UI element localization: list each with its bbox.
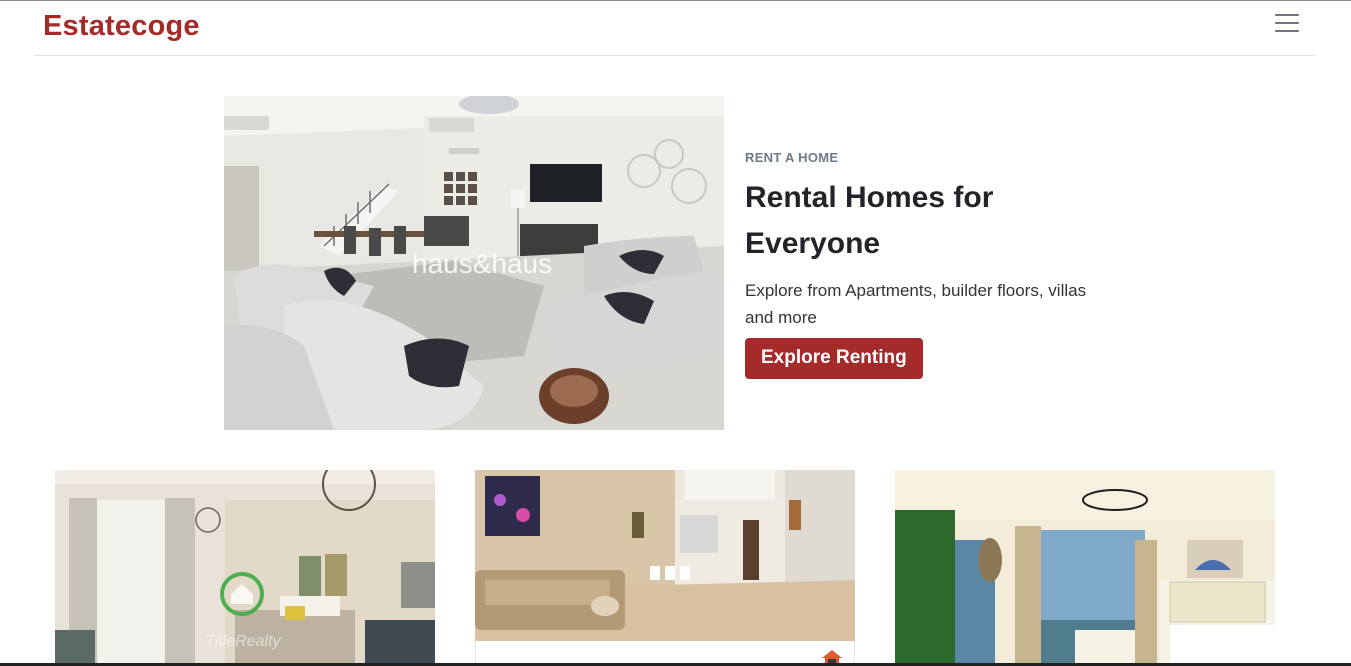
- listing-card-image[interactable]: TitleRealty: [55, 470, 435, 666]
- explore-renting-button[interactable]: Explore Renting: [745, 338, 923, 379]
- hamburger-menu-icon[interactable]: [1274, 12, 1300, 34]
- hero-image-watermark: haus&haus: [412, 248, 552, 279]
- hero-title-line1: Rental Homes for: [745, 181, 994, 214]
- listing-card-image[interactable]: [475, 470, 855, 641]
- hero-eyebrow: RENT A HOME: [745, 150, 839, 165]
- listing-image-watermark: TitleRealty: [205, 633, 281, 650]
- navbar: Estatecoge: [34, 1, 1315, 56]
- hero-title: Rental Homes for Everyone: [745, 175, 1125, 267]
- hero-title-line2: Everyone: [745, 227, 881, 260]
- hero-living-room-image: haus&haus: [224, 96, 724, 430]
- brand-logo[interactable]: Estatecoge: [43, 10, 200, 43]
- hero-text-block: RENT A HOME Rental Homes for Everyone Ex…: [745, 150, 1125, 379]
- hero-description: Explore from Apartments, builder floors,…: [745, 281, 1087, 327]
- listing-card-image[interactable]: [895, 470, 1275, 666]
